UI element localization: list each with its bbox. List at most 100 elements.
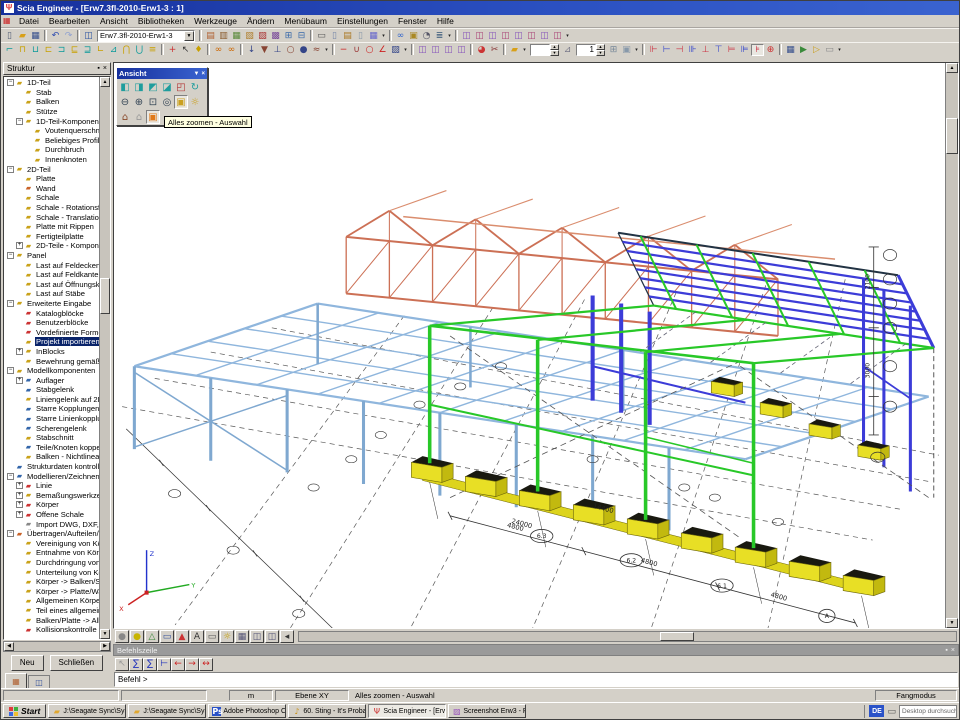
tree-item[interactable]: ▰Last auf Öffnungskan — [5, 279, 99, 289]
window-view-icon[interactable]: ◫ — [250, 630, 264, 643]
window-layout-7-icon[interactable]: ◫ — [538, 30, 551, 42]
cross-section-tool-4-icon[interactable]: ⊏ — [42, 44, 55, 56]
menu-bearbeiten[interactable]: Bearbeiten — [44, 15, 95, 27]
close-icon[interactable]: × — [103, 65, 107, 73]
select-arrow-icon[interactable]: ↖ — [179, 44, 192, 56]
canvas-vertical-scrollbar[interactable]: ▲ ▼ — [945, 63, 958, 628]
tree-item[interactable]: ▰Allgemeinen Körper in — [5, 596, 99, 606]
desktop-search-input[interactable]: Desktop durchsuche — [899, 705, 957, 718]
scroll-right-icon[interactable]: ▶ — [100, 642, 110, 651]
support-icon[interactable]: ⊥ — [271, 44, 284, 56]
project-manager-icon[interactable]: ◫ — [82, 30, 95, 42]
render-icon[interactable]: ▶ — [797, 44, 810, 56]
tile-window-4-icon[interactable]: ◫ — [455, 44, 468, 56]
tree-item[interactable]: +▰Linie — [5, 481, 99, 491]
collapse-icon[interactable]: − — [7, 79, 14, 86]
mass-icon[interactable]: ● — [297, 44, 310, 56]
clip-house-icon[interactable]: ⌂ — [118, 110, 132, 124]
printer-icon[interactable]: ▭ — [315, 30, 328, 42]
film-icon[interactable]: ▭ — [823, 44, 836, 56]
render-sphere-icon[interactable]: ● — [115, 630, 129, 643]
tree-vertical-scrollbar[interactable]: ▲ ▼ — [99, 77, 110, 639]
menu-einstellungen[interactable]: Einstellungen — [332, 15, 393, 27]
taskbar-task[interactable]: ▨Screenshot Erw3 - Paint — [448, 704, 526, 718]
tree-item[interactable]: ▰Beliebiges Profil — [5, 136, 99, 146]
window-layout-6-icon[interactable]: ◫ — [525, 30, 538, 42]
tree-item[interactable]: +▰Bemaßungswerkzeug — [5, 491, 99, 501]
member-tool-5-icon[interactable]: ⊥ — [699, 44, 712, 56]
point-load-icon[interactable]: ↓ — [245, 44, 258, 56]
select-node-icon[interactable]: ◕ — [475, 44, 488, 56]
tree-item[interactable]: ▰Körper -> Balken/Stü — [5, 577, 99, 587]
window-layout-1-icon[interactable]: ◫ — [460, 30, 473, 42]
dock-tab-2[interactable]: ◫ — [28, 675, 50, 688]
pointer-icon[interactable]: ↖ — [115, 658, 129, 671]
scroll-down-icon[interactable]: ▼ — [946, 618, 958, 628]
plane-indicator[interactable]: Ebene XY — [275, 690, 349, 701]
dropdown-arrow-icon[interactable]: ▾ — [446, 33, 453, 39]
tree-item[interactable]: −▰1D-Teil — [5, 78, 99, 88]
light-icon[interactable]: ☼ — [188, 95, 202, 109]
structure-tab-icon[interactable]: ▦ — [10, 676, 22, 687]
tree-item[interactable]: ▰Vereinigung von Körp — [5, 539, 99, 549]
member-tool-3-icon[interactable]: ⊣ — [673, 44, 686, 56]
add-node-icon[interactable]: + — [166, 44, 179, 56]
window-layout-5-icon[interactable]: ◫ — [512, 30, 525, 42]
dropdown-arrow-icon[interactable]: ▾ — [323, 47, 330, 53]
zoom-all-icon[interactable]: ◎ — [160, 95, 174, 109]
save-icon[interactable]: ▦ — [29, 30, 42, 42]
tree-item[interactable]: ▰Bewehrung gemäß Vo — [5, 356, 99, 366]
tree-item[interactable]: −▰Panel — [5, 251, 99, 261]
tree-item[interactable]: ▰Benutzerblöcke — [5, 318, 99, 328]
cross-section-tool-9-icon[interactable]: ⊿ — [107, 44, 120, 56]
hanger-icon[interactable]: ♦ — [192, 44, 205, 56]
close-button[interactable]: Schließen — [50, 655, 104, 671]
view-perspective-icon[interactable]: ◰ — [174, 80, 188, 94]
member-tool-1-icon[interactable]: ⊩ — [647, 44, 660, 56]
window-layout-2-icon[interactable]: ◫ — [473, 30, 486, 42]
view-axo-icon[interactable]: ◪ — [160, 80, 174, 94]
view-x-icon[interactable]: ◧ — [118, 80, 132, 94]
pin-icon[interactable]: ▪ — [97, 65, 99, 73]
tree-item[interactable]: ▰Starre Kopplungen — [5, 404, 99, 414]
cross-section-tool-5-icon[interactable]: ⊐ — [55, 44, 68, 56]
prev-command-icon[interactable]: ← — [171, 658, 185, 671]
tree-item[interactable]: +▰InBlocks — [5, 347, 99, 357]
zoom-in-icon[interactable]: ⊕ — [132, 95, 146, 109]
clip-house-off-icon[interactable]: ⌂ — [132, 110, 146, 124]
collapse-icon[interactable]: − — [7, 166, 14, 173]
tree-item[interactable]: ▰Stabgelenk — [5, 385, 99, 395]
collapse-icon[interactable]: − — [7, 367, 14, 374]
animation-icon[interactable]: ▷ — [810, 44, 823, 56]
pin-icon[interactable]: ▪ — [945, 647, 947, 654]
cross-section-tool-6-icon[interactable]: ⊑ — [68, 44, 81, 56]
tree-item[interactable]: ▰Unterteilung von Körp — [5, 567, 99, 577]
tree-item[interactable]: ▰Teil eines allgemeiner — [5, 606, 99, 616]
tree-item[interactable]: −▰Übertragen/Aufteilen/Ver — [5, 529, 99, 539]
dropdown-arrow-icon[interactable]: ▾ — [380, 33, 387, 39]
region-tool-icon[interactable]: ▨ — [389, 44, 402, 56]
zoom-document-icon[interactable]: ◔ — [420, 30, 433, 42]
language-indicator[interactable]: DE — [869, 705, 884, 717]
window-layout-8-icon[interactable]: ◫ — [551, 30, 564, 42]
cross-section-tool-2-icon[interactable]: ⊓ — [16, 44, 29, 56]
member-tool-2-icon[interactable]: ⊢ — [660, 44, 673, 56]
unit-indicator[interactable]: m — [229, 690, 273, 701]
scroll-up-icon[interactable]: ▲ — [100, 77, 110, 87]
cut-icon[interactable]: ✂ — [488, 44, 501, 56]
open-folder-icon[interactable]: ▰ — [16, 30, 29, 42]
layer-spinner[interactable]: 1▲▼ — [576, 44, 605, 56]
expand-icon[interactable]: + — [16, 482, 23, 489]
canvas-horizontal-scrollbar[interactable] — [298, 631, 957, 642]
gallery-icon[interactable]: ▦ — [230, 30, 243, 42]
calculator-icon[interactable]: ▦ — [367, 30, 380, 42]
view-y-icon[interactable]: ◨ — [132, 80, 146, 94]
axonometry-icon[interactable]: △ — [145, 630, 159, 643]
close-icon[interactable]: × — [951, 647, 955, 654]
snap-plane-icon[interactable]: ⊞ — [607, 44, 620, 56]
tree-item[interactable]: ▰Import DWG, DXF, VR — [5, 519, 99, 529]
tree-item[interactable]: ▰Kollisionskontrolle vor — [5, 625, 99, 635]
scroll-thumb[interactable] — [660, 632, 694, 641]
line-load-icon[interactable]: ▼ — [258, 44, 271, 56]
zoom-out-icon[interactable]: ⊖ — [118, 95, 132, 109]
